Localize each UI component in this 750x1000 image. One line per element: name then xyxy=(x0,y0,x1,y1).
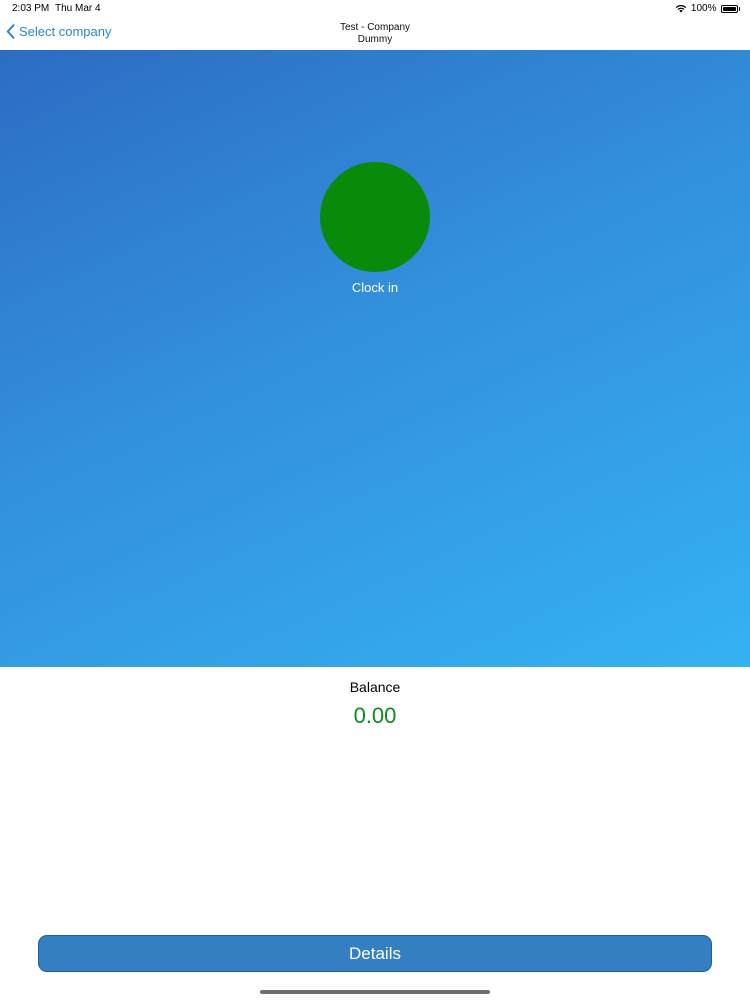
status-bar: 2:03 PM Thu Mar 4 100% xyxy=(0,0,750,18)
page-title: Test - Company Dummy xyxy=(0,22,750,46)
hero-panel: Clock in xyxy=(0,50,750,667)
battery-icon xyxy=(720,4,740,13)
home-indicator[interactable] xyxy=(260,990,490,994)
status-right: 100% xyxy=(675,3,740,14)
balance-label: Balance xyxy=(349,679,401,695)
status-date: Thu Mar 4 xyxy=(55,3,101,14)
navigation-bar: Select company Test - Company Dummy xyxy=(0,18,750,50)
balance-value: 0.00 xyxy=(353,703,397,728)
clock-in-button[interactable] xyxy=(320,162,430,272)
status-time: 2:03 PM xyxy=(12,3,50,14)
clock-in-label: Clock in xyxy=(351,280,399,295)
wifi-icon xyxy=(675,4,687,13)
page-title-line2: Dummy xyxy=(357,34,393,45)
page-title-line1: Test - Company xyxy=(339,22,411,33)
battery-percent: 100% xyxy=(690,3,717,14)
details-button-label: Details xyxy=(349,943,401,963)
app-screen: 2:03 PM Thu Mar 4 100% Select company Te… xyxy=(0,0,750,1000)
details-button[interactable]: Details xyxy=(38,935,712,972)
